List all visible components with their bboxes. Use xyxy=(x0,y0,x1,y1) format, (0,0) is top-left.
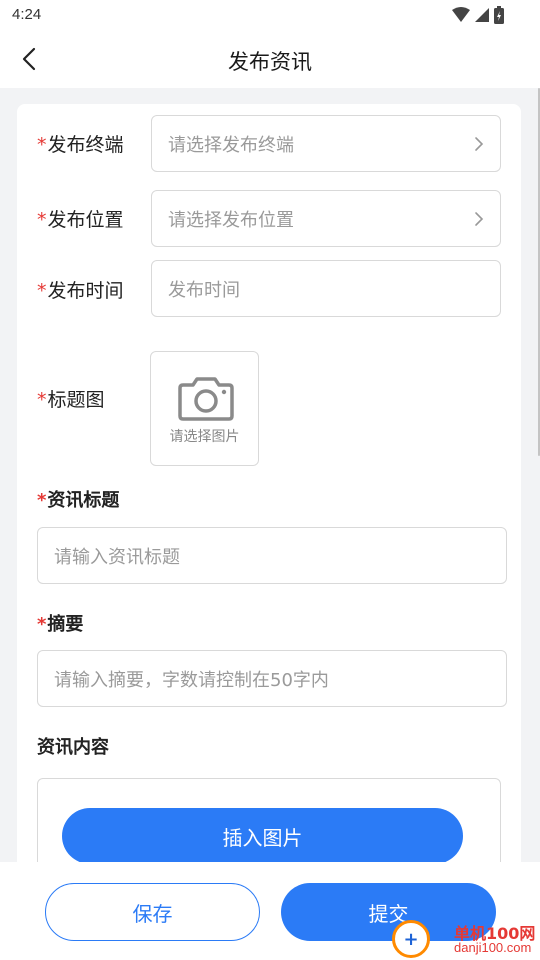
cover-label-text: 标题图 xyxy=(47,389,105,411)
chevron-right-icon xyxy=(475,211,484,226)
status-icons xyxy=(452,6,504,24)
watermark-logo-icon: + xyxy=(392,920,430,958)
required-mark: * xyxy=(37,209,47,231)
time-placeholder: 发布时间 xyxy=(168,279,240,301)
required-mark: * xyxy=(37,389,47,411)
terminal-select[interactable]: 请选择发布终端 xyxy=(151,115,501,172)
position-label: *发布位置 xyxy=(37,205,124,232)
time-input[interactable]: 发布时间 xyxy=(151,260,501,317)
position-select[interactable]: 请选择发布位置 xyxy=(151,190,501,247)
cover-image-picker[interactable]: 请选择图片 xyxy=(150,351,259,466)
watermark: + 单机100网 danji100.com xyxy=(392,918,540,960)
summary-label-text: 摘要 xyxy=(47,614,84,635)
battery-icon xyxy=(494,6,504,24)
required-mark: * xyxy=(37,280,47,302)
chevron-right-icon xyxy=(475,136,484,151)
cell-signal-icon xyxy=(475,8,489,22)
position-placeholder: 请选择发布位置 xyxy=(168,209,294,231)
time-label: *发布时间 xyxy=(37,276,124,303)
news-title-label-text: 资讯标题 xyxy=(47,490,120,511)
content-label: 资讯内容 xyxy=(37,737,109,758)
position-label-text: 发布位置 xyxy=(47,209,124,231)
terminal-label: *发布终端 xyxy=(37,130,124,157)
time-label-text: 发布时间 xyxy=(47,280,124,302)
required-mark: * xyxy=(37,490,47,511)
summary-placeholder: 请输入摘要，字数请控制在50字内 xyxy=(54,669,329,691)
cover-label: *标题图 xyxy=(37,385,105,412)
camera-icon xyxy=(178,377,234,421)
terminal-placeholder: 请选择发布终端 xyxy=(168,134,294,156)
save-button[interactable]: 保存 xyxy=(45,883,260,941)
page-title: 发布资讯 xyxy=(228,50,312,74)
news-title-input[interactable]: 请输入资讯标题 xyxy=(37,527,507,584)
wifi-icon xyxy=(452,7,470,22)
required-mark: * xyxy=(37,134,47,156)
cover-image-caption: 请选择图片 xyxy=(169,429,240,445)
news-title-placeholder: 请输入资讯标题 xyxy=(54,546,180,568)
watermark-url: danji100.com xyxy=(454,940,532,955)
status-bar: 4:24 xyxy=(0,0,540,30)
terminal-label-text: 发布终端 xyxy=(47,134,124,156)
summary-label: *摘要 xyxy=(37,610,83,636)
news-title-label: *资讯标题 xyxy=(37,486,119,512)
summary-input[interactable]: 请输入摘要，字数请控制在50字内 xyxy=(37,650,507,707)
nav-bar: 发布资讯 xyxy=(0,30,540,88)
insert-image-button[interactable]: 插入图片 xyxy=(62,808,463,864)
required-mark: * xyxy=(37,614,47,635)
status-time: 4:24 xyxy=(12,6,42,23)
